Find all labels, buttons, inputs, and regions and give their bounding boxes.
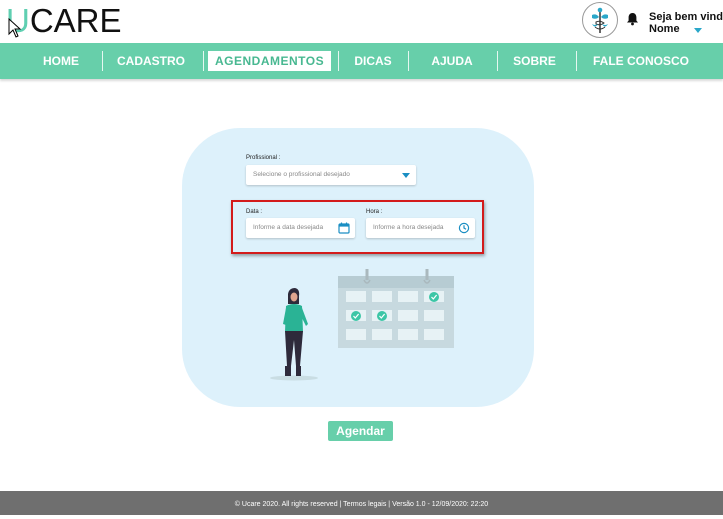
user-name: Nome [649, 23, 680, 35]
professional-label: Profissional : [246, 155, 281, 161]
chevron-down-icon[interactable] [693, 27, 702, 33]
avatar[interactable] [582, 2, 618, 38]
nav-divider [497, 51, 498, 71]
nav-divider [102, 51, 103, 71]
greeting-text: Seja bem vindo, [649, 11, 723, 23]
nav-item-agendamentos[interactable]: AGENDAMENTOS [208, 43, 332, 79]
nav-divider [408, 51, 409, 71]
woman-figure [270, 288, 318, 381]
mouse-cursor-icon [8, 18, 22, 38]
nav-item-home[interactable]: HOME [28, 43, 94, 79]
main-nav: HOME CADASTRO AGENDAMENTOS DICAS AJUDA S… [0, 43, 723, 79]
ucare-logo[interactable]: UCARE [6, 3, 122, 39]
nav-label: HOME [43, 54, 79, 68]
date-time-highlight-box [231, 200, 484, 254]
nav-item-sobre[interactable]: SOBRE [502, 43, 567, 79]
nav-divider [203, 51, 204, 71]
professional-select[interactable]: Selecione o profissional desejado [246, 165, 416, 185]
nav-item-cadastro[interactable]: CADASTRO [106, 43, 196, 79]
user-greeting[interactable]: Seja bem vindo, Nome [649, 11, 723, 35]
bell-icon[interactable] [626, 12, 639, 26]
nav-divider [576, 51, 577, 71]
nav-label: AGENDAMENTOS [208, 51, 332, 71]
caduceus-logo-icon [584, 4, 616, 36]
nav-label: CADASTRO [117, 54, 185, 68]
logo-text: CARE [29, 2, 122, 39]
nav-label: AJUDA [431, 54, 473, 68]
nav-label: DICAS [354, 54, 392, 68]
nav-label: FALE CONOSCO [592, 54, 689, 68]
scheduling-illustration [270, 269, 454, 381]
nav-label: SOBRE [513, 54, 556, 68]
header: UCARE Seja bem vindo, Nome [0, 0, 723, 43]
footer: © Ucare 2020. All rights reserved | Term… [0, 491, 723, 515]
nav-item-dicas[interactable]: DICAS [343, 43, 403, 79]
nav-item-fale-conosco[interactable]: FALE CONOSCO [581, 43, 701, 79]
professional-placeholder: Selecione o profissional desejado [253, 171, 350, 178]
nav-divider [338, 51, 339, 71]
agendar-button[interactable]: Agendar [328, 421, 393, 441]
caret-down-icon[interactable] [402, 173, 410, 178]
footer-text: © Ucare 2020. All rights reserved | Term… [234, 501, 489, 508]
nav-item-ajuda[interactable]: AJUDA [415, 43, 489, 79]
